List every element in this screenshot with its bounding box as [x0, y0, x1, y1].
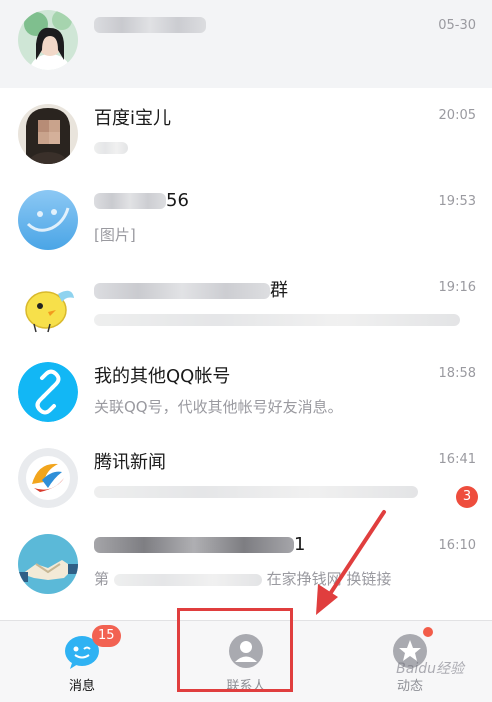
annotation-arrow [316, 510, 386, 615]
